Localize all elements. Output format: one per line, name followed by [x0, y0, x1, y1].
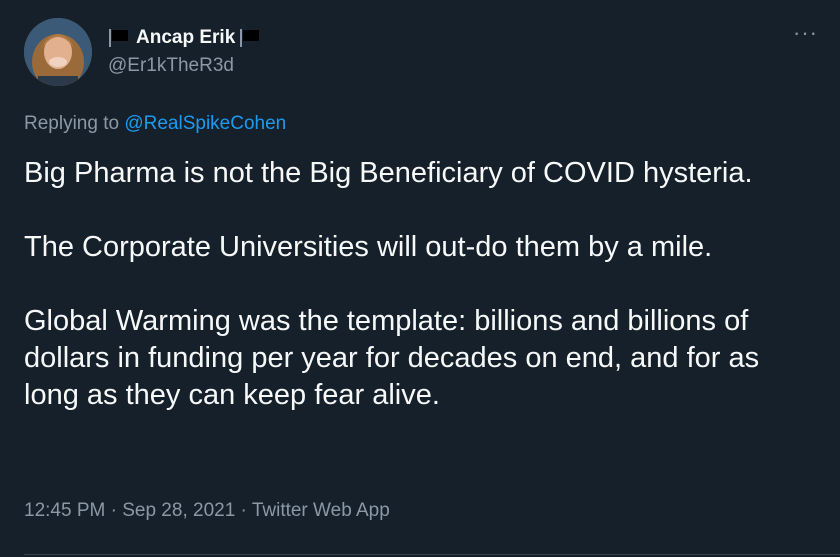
replying-to: Replying to @RealSpikeCohen [24, 113, 286, 135]
black-flag-icon [239, 28, 261, 48]
user-handle[interactable]: @Er1kTheR3d [108, 55, 261, 77]
divider [24, 554, 840, 555]
black-flag-icon [108, 28, 130, 48]
user-names: Ancap Erik @Er1kTheR3d [108, 25, 261, 77]
meta-separator: · [240, 500, 247, 521]
tweet-header: Ancap Erik @Er1kTheR3d [24, 18, 261, 86]
display-name: Ancap Erik [136, 27, 236, 48]
tweet-text: Big Pharma is not the Big Beneficiary of… [24, 155, 814, 414]
replying-to-label: Replying to [24, 113, 120, 134]
tweet-paragraph: Global Warming was the template: billion… [24, 305, 760, 411]
meta-separator: · [110, 500, 117, 521]
display-name-row[interactable]: Ancap Erik [108, 25, 261, 51]
tweet-card: Ancap Erik @Er1kTheR3d ··· Replying to @… [0, 0, 840, 557]
tweet-paragraph: The Corporate Universities will out-do t… [24, 231, 713, 263]
tweet-meta: 12:45 PM · Sep 28, 2021 · Twitter Web Ap… [24, 500, 390, 522]
tweet-paragraph: Big Pharma is not the Big Beneficiary of… [24, 157, 753, 189]
profile-photo-icon [24, 18, 92, 86]
tweet-time[interactable]: 12:45 PM [24, 500, 105, 521]
tweet-date[interactable]: Sep 28, 2021 [122, 500, 235, 521]
more-options-icon[interactable]: ··· [793, 22, 818, 44]
avatar[interactable] [24, 18, 92, 86]
tweet-source[interactable]: Twitter Web App [252, 500, 390, 521]
reply-mention-link[interactable]: @RealSpikeCohen [124, 113, 286, 134]
